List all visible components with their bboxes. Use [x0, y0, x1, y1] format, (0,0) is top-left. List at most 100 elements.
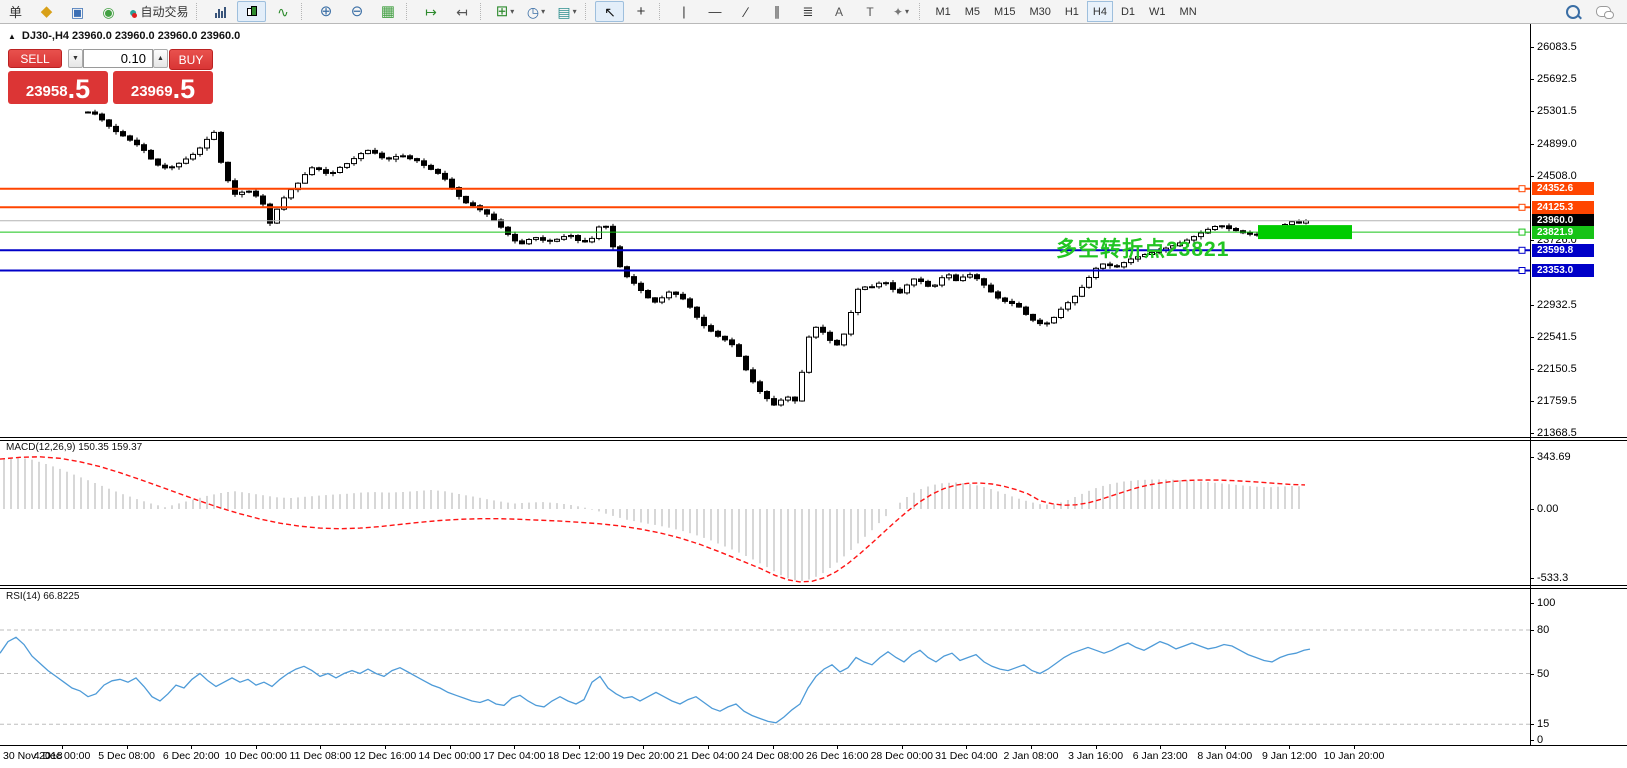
- price-chip-24125.3: 24125.3: [1532, 200, 1594, 214]
- macd-label: MACD(12,26,9) 150.35 159.37: [6, 442, 143, 453]
- dropdown-caret-icon[interactable]: ▾: [510, 7, 514, 16]
- volume-input[interactable]: 0.10: [83, 49, 153, 68]
- time-label: 26 Dec 16:00: [805, 750, 869, 762]
- chat-icon[interactable]: [1589, 1, 1618, 22]
- timeframe-h4[interactable]: H4: [1086, 1, 1113, 22]
- macd-tick-label: -533.3: [1537, 572, 1569, 584]
- trendline-icon[interactable]: ∕: [731, 1, 760, 22]
- equidistant-channel-icon[interactable]: ∥: [762, 1, 791, 22]
- pane-separator[interactable]: [0, 437, 1627, 438]
- highlight-box[interactable]: [1258, 225, 1352, 240]
- trading-app-window: 单 ◆ ▣ ◉ ● 自动交易 ∿ ⊕ ⊖ ▦ ↦ ↤ ⊞ ▾ ◷ ▾ ▤ ▾ ↖ + | — ∕ ∥ ≣ A T ✦ ▾ M1 M5 M15 M…: [0, 0, 1627, 768]
- time-label: 14 Dec 00:00: [418, 750, 481, 762]
- candlestick-chart-icon[interactable]: [237, 1, 267, 22]
- search-icon[interactable]: [1558, 1, 1587, 22]
- dropdown-caret-icon[interactable]: ▾: [541, 7, 545, 16]
- timeframe-m1[interactable]: M1: [929, 1, 956, 22]
- zoom-out-icon[interactable]: ⊖: [342, 1, 371, 22]
- timeframe-w1[interactable]: W1: [1143, 1, 1172, 22]
- timeframe-mn[interactable]: MN: [1174, 1, 1203, 22]
- new-chart-icon[interactable]: ⊞ ▾: [490, 1, 519, 22]
- trendline-icon: ∕: [744, 3, 748, 20]
- price-tick-label: 25301.5: [1537, 105, 1577, 118]
- autotrade-button[interactable]: ● 自动交易: [125, 1, 192, 22]
- time-tickmark: [708, 745, 709, 749]
- accounts-icon[interactable]: ▣: [63, 1, 92, 22]
- bar-chart-icon: [215, 6, 227, 18]
- line-handle[interactable]: [1518, 246, 1526, 254]
- rsi-tick-label: 15: [1537, 718, 1550, 731]
- line-handle[interactable]: [1518, 203, 1526, 211]
- rsi-tick-label: 50: [1537, 667, 1550, 680]
- line-handle[interactable]: [1518, 185, 1526, 193]
- autotrade-label: 自动交易: [140, 5, 189, 19]
- orders-label[interactable]: 单: [1, 1, 30, 22]
- time-tickmark: [256, 745, 257, 749]
- rsi-tick-label: 80: [1537, 624, 1550, 636]
- rsi-tickmark: [1530, 603, 1534, 604]
- rsi-tickmark: [1530, 630, 1534, 631]
- chart-shift-icon[interactable]: ↤: [447, 1, 476, 22]
- signals-icon[interactable]: ◉: [94, 1, 123, 22]
- time-tickmark: [966, 745, 967, 749]
- zoom-in-icon: ⊕: [319, 3, 333, 20]
- buy-button[interactable]: BUY: [169, 49, 213, 70]
- auto-scroll-icon[interactable]: ↦: [416, 1, 445, 22]
- price-tick-label: 24899.0: [1537, 137, 1577, 150]
- sell-button[interactable]: SELL: [8, 49, 62, 68]
- journal-icon[interactable]: ◆: [32, 1, 61, 22]
- tile-windows-icon[interactable]: ▦: [373, 1, 402, 22]
- chat-bubbles: [1596, 6, 1614, 19]
- toolbar-separator: [301, 3, 307, 20]
- price-tickmark: [1530, 433, 1534, 434]
- time-tickmark: [837, 745, 838, 749]
- timeframe-m15[interactable]: M15: [988, 1, 1021, 22]
- buy-price-box[interactable]: 23969 .5: [113, 71, 213, 104]
- volume-increase-button[interactable]: ▲: [153, 49, 168, 68]
- macd-signal-line: [0, 456, 1306, 583]
- text-label-icon[interactable]: T: [855, 1, 884, 22]
- time-label: 10 Jan 20:00: [1323, 750, 1385, 762]
- price-tick-label: 21368.5: [1537, 427, 1577, 439]
- text-icon: A: [834, 4, 843, 19]
- volume-decrease-button[interactable]: ▼: [68, 49, 83, 68]
- line-handle[interactable]: [1518, 228, 1526, 236]
- cursor-icon[interactable]: ↖: [595, 1, 625, 22]
- line-handle[interactable]: [1518, 267, 1526, 274]
- time-label: 10 Dec 00:00: [224, 750, 288, 762]
- timeframe-m30[interactable]: M30: [1023, 1, 1056, 22]
- macd-tickmark: [1530, 578, 1534, 579]
- collapse-panel-icon[interactable]: ▲: [8, 32, 16, 41]
- tile-windows-icon: ▦: [380, 3, 396, 20]
- price-chip-23353.0: 23353.0: [1532, 264, 1594, 277]
- vertical-line-icon: |: [682, 4, 686, 19]
- timeframe-h1[interactable]: H1: [1059, 1, 1085, 22]
- fibonacci-icon[interactable]: ≣: [793, 1, 822, 22]
- sell-price-box[interactable]: 23958 .5: [8, 71, 108, 104]
- rsi-tickmark: [1530, 673, 1534, 675]
- timeframe-m5[interactable]: M5: [959, 1, 986, 22]
- chart-canvas[interactable]: [0, 24, 1530, 745]
- period-clock-icon[interactable]: ◷ ▾: [521, 1, 550, 22]
- toolbar-right-group: [1557, 1, 1627, 22]
- pivot-annotation-text[interactable]: 多空转折点23821: [1056, 233, 1229, 263]
- arrows-icon[interactable]: ✦ ▾: [886, 1, 915, 22]
- chart-template-icon[interactable]: ▤ ▾: [552, 1, 581, 22]
- time-label: 24 Dec 08:00: [741, 750, 804, 762]
- pane-separator[interactable]: [0, 585, 1627, 586]
- text-icon[interactable]: A: [824, 1, 853, 22]
- horizontal-line-icon[interactable]: —: [700, 1, 729, 22]
- crosshair-icon[interactable]: +: [626, 1, 655, 22]
- time-label: 6 Dec 20:00: [162, 750, 220, 762]
- zoom-in-icon[interactable]: ⊕: [311, 1, 340, 22]
- time-tickmark: [643, 745, 644, 749]
- timeframe-d1[interactable]: D1: [1115, 1, 1141, 22]
- autotrade-status-dot: [132, 12, 138, 18]
- bar-chart-icon[interactable]: [206, 1, 235, 22]
- toolbar-separator: [659, 3, 665, 20]
- dropdown-caret-icon[interactable]: ▾: [905, 7, 909, 16]
- vertical-line-icon[interactable]: |: [669, 1, 698, 22]
- line-chart-icon[interactable]: ∿: [268, 1, 297, 22]
- dropdown-caret-icon[interactable]: ▾: [573, 7, 577, 16]
- time-tickmark: [579, 745, 580, 749]
